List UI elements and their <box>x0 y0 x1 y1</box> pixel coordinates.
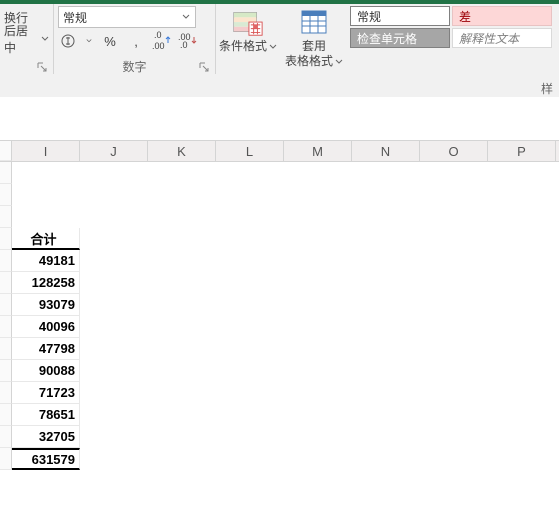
format-as-table-icon <box>298 8 330 38</box>
style-check-cell[interactable]: 检查单元格 <box>350 28 450 48</box>
header-stub <box>0 141 12 161</box>
cell-value[interactable]: 128258 <box>12 272 80 294</box>
cell-styles-gallery: 常规 差 检查单元格 解释性文本 <box>346 4 559 74</box>
col-head-M[interactable]: M <box>284 141 352 161</box>
cond-fmt-label: 条件格式 <box>219 40 267 53</box>
format-as-table-button[interactable]: 套用 表格格式 <box>284 6 344 74</box>
conditional-formatting-icon <box>232 8 264 38</box>
col-head-N[interactable]: N <box>352 141 420 161</box>
chevron-down-icon <box>335 58 343 66</box>
conditional-formatting-button[interactable]: 条件格式 <box>218 6 278 74</box>
column-headers: I J K L M N O P <box>0 140 559 162</box>
percent-button[interactable]: % <box>100 31 120 51</box>
chevron-down-icon <box>269 43 277 51</box>
worksheet[interactable]: I J K L M N O P 合计 49181 128258 93079 40… <box>0 140 559 519</box>
col-head-J[interactable]: J <box>80 141 148 161</box>
cell-value[interactable]: 40096 <box>12 316 80 338</box>
cell-header-total[interactable]: 合计 <box>12 228 80 250</box>
col-head-P[interactable]: P <box>488 141 556 161</box>
cell-value[interactable]: 78651 <box>12 404 80 426</box>
ribbon: 换行 后居中 常规 <box>0 0 559 97</box>
decrease-decimal-button[interactable]: .00 .0 <box>178 31 198 51</box>
cell-value[interactable]: 71723 <box>12 382 80 404</box>
cell-total[interactable]: 631579 <box>12 448 80 470</box>
cell-value[interactable]: 49181 <box>12 250 80 272</box>
style-normal[interactable]: 常规 <box>350 6 450 26</box>
number-format-value: 常规 <box>63 9 87 26</box>
table-fmt-label-1: 套用 <box>302 40 326 53</box>
accounting-dropdown-icon[interactable] <box>84 36 94 46</box>
col-head-O[interactable]: O <box>420 141 488 161</box>
style-explanatory[interactable]: 解释性文本 <box>452 28 552 48</box>
number-format-combo[interactable]: 常规 <box>58 6 196 28</box>
number-dialog-launcher-icon[interactable] <box>197 60 211 74</box>
table-fmt-label-2: 表格格式 <box>285 55 333 68</box>
col-head-I[interactable]: I <box>12 141 80 161</box>
col-head-K[interactable]: K <box>148 141 216 161</box>
style-bad[interactable]: 差 <box>452 6 552 26</box>
cell-value[interactable]: 32705 <box>12 426 80 448</box>
group-alignment: 换行 后居中 <box>0 4 54 74</box>
col-head-L[interactable]: L <box>216 141 284 161</box>
accounting-format-button[interactable] <box>58 31 78 51</box>
group-number: 常规 % , .0 <box>54 4 216 74</box>
cell-value[interactable]: 93079 <box>12 294 80 316</box>
group-styles-buttons: 条件格式 套用 表格格式 <box>216 4 346 74</box>
merge-center-button[interactable]: 后居中 <box>4 22 36 56</box>
chevron-down-icon <box>181 12 191 22</box>
styles-group-label: 样 <box>541 80 553 97</box>
increase-decimal-button[interactable]: .0 .00 <box>152 31 172 51</box>
cells-area[interactable]: 合计 49181 128258 93079 40096 47798 90088 … <box>0 162 559 470</box>
alignment-dialog-launcher-icon[interactable] <box>35 60 49 74</box>
number-group-label: 数字 <box>122 58 146 75</box>
cell-value[interactable]: 90088 <box>12 360 80 382</box>
comma-button[interactable]: , <box>126 31 146 51</box>
cell-value[interactable]: 47798 <box>12 338 80 360</box>
merge-dropdown-icon[interactable] <box>40 34 49 44</box>
